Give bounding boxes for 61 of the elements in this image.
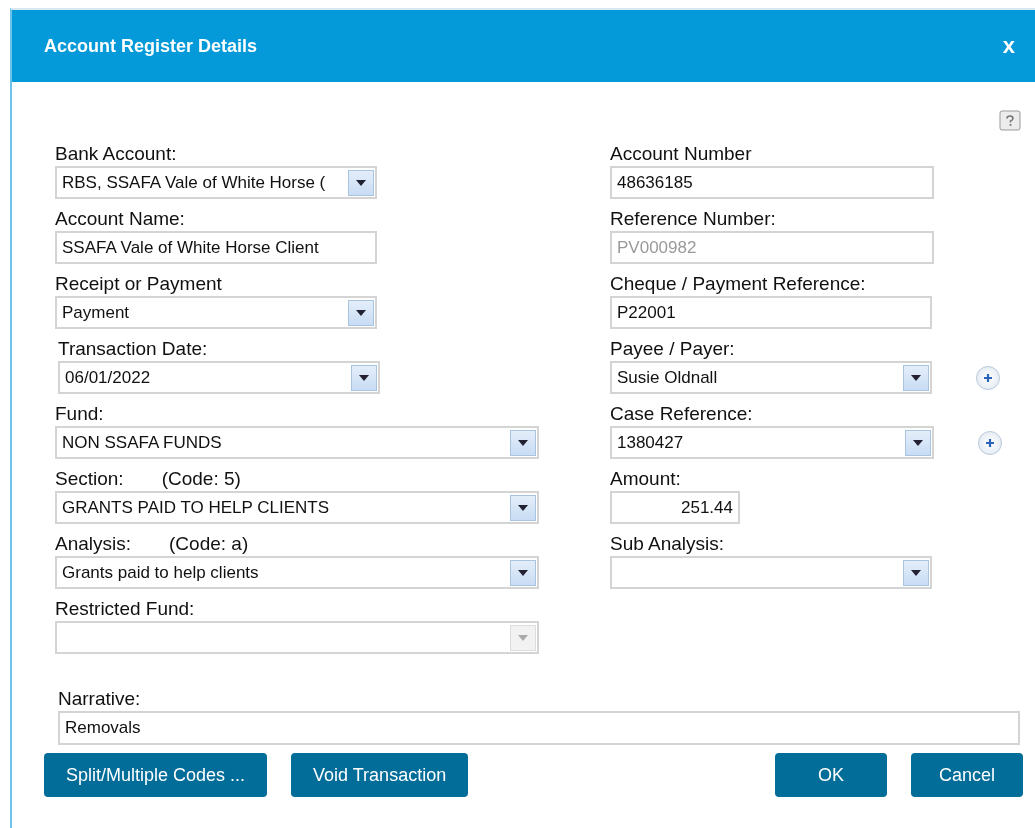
field-label: Account Name:: [55, 207, 186, 231]
dropdown-button[interactable]: [510, 559, 536, 586]
input-field[interactable]: 48636185: [610, 166, 934, 199]
field-label: Transaction Date:: [58, 337, 209, 361]
caret-icon: [356, 179, 366, 186]
dropdown-button[interactable]: [510, 494, 536, 521]
dropdown-button[interactable]: [351, 364, 377, 391]
input-field[interactable]: P22001: [610, 296, 932, 329]
field-label: Restricted Fund:: [55, 597, 196, 621]
action-button[interactable]: Cancel: [911, 753, 1023, 797]
field-label: Narrative:: [58, 687, 142, 711]
dropdown-button[interactable]: [348, 169, 374, 196]
code-label: (Code: a): [169, 533, 249, 554]
action-button[interactable]: OK: [775, 753, 887, 797]
input-field[interactable]: SSAFA Vale of White Horse Client: [55, 231, 377, 264]
field-label: Reference Number:: [610, 207, 777, 231]
dropdown-field[interactable]: Susie Oldnall: [610, 361, 932, 394]
caret-icon: [518, 439, 528, 446]
dropdown-field[interactable]: 06/01/2022: [58, 361, 380, 394]
field-label: Bank Account:: [55, 142, 178, 166]
dropdown-field[interactable]: NON SSAFA FUNDS: [55, 426, 539, 459]
field-label: Sub Analysis:: [610, 532, 726, 556]
amount-field[interactable]: 251.44: [610, 491, 740, 524]
code-label: (Code: 5): [161, 468, 241, 489]
caret-icon: [911, 374, 921, 381]
dropdown-button[interactable]: [510, 429, 536, 456]
field-label: Analysis:: [55, 533, 132, 554]
caret-icon: [913, 439, 923, 446]
dropdown-button[interactable]: [905, 429, 931, 456]
field-label: Account Number: [610, 142, 753, 166]
field-label: Cheque / Payment Reference:: [610, 272, 867, 296]
dropdown-button[interactable]: [903, 364, 929, 391]
caret-icon: [356, 309, 366, 316]
field-label: Payee / Payer:: [610, 337, 736, 361]
action-button[interactable]: Split/Multiple Codes ...: [44, 753, 268, 797]
caret-icon: [518, 634, 528, 641]
caret-icon: [518, 504, 528, 511]
action-button[interactable]: Void Transaction: [291, 753, 469, 797]
field-label: Section:: [55, 468, 124, 489]
dropdown-field[interactable]: Payment: [55, 296, 377, 329]
field-label: Case Reference:: [610, 402, 754, 426]
dropdown-field[interactable]: 1380427: [610, 426, 934, 459]
dialog-title: Account Register Details: [44, 34, 258, 58]
caret-icon: [359, 374, 369, 381]
add-button[interactable]: [976, 365, 1000, 390]
input-field[interactable]: Removals: [58, 711, 1020, 745]
field-label: Receipt or Payment: [55, 272, 223, 296]
dropdown-field[interactable]: [610, 556, 932, 589]
plus-icon: [985, 437, 995, 448]
dropdown-field[interactable]: GRANTS PAID TO HELP CLIENTS: [55, 491, 539, 524]
dropdown-button[interactable]: [348, 299, 374, 326]
dropdown-field[interactable]: RBS, SSAFA Vale of White Horse (: [55, 166, 377, 199]
caret-icon: [911, 569, 921, 576]
dropdown-field[interactable]: Grants paid to help clients: [55, 556, 539, 589]
add-button[interactable]: [978, 430, 1002, 455]
caret-icon: [518, 569, 528, 576]
dropdown-button[interactable]: [903, 559, 929, 586]
plus-icon: [983, 372, 993, 383]
field-label: Fund:: [55, 402, 105, 426]
field-label: Amount:: [610, 467, 682, 491]
help-icon[interactable]: [999, 110, 1021, 132]
